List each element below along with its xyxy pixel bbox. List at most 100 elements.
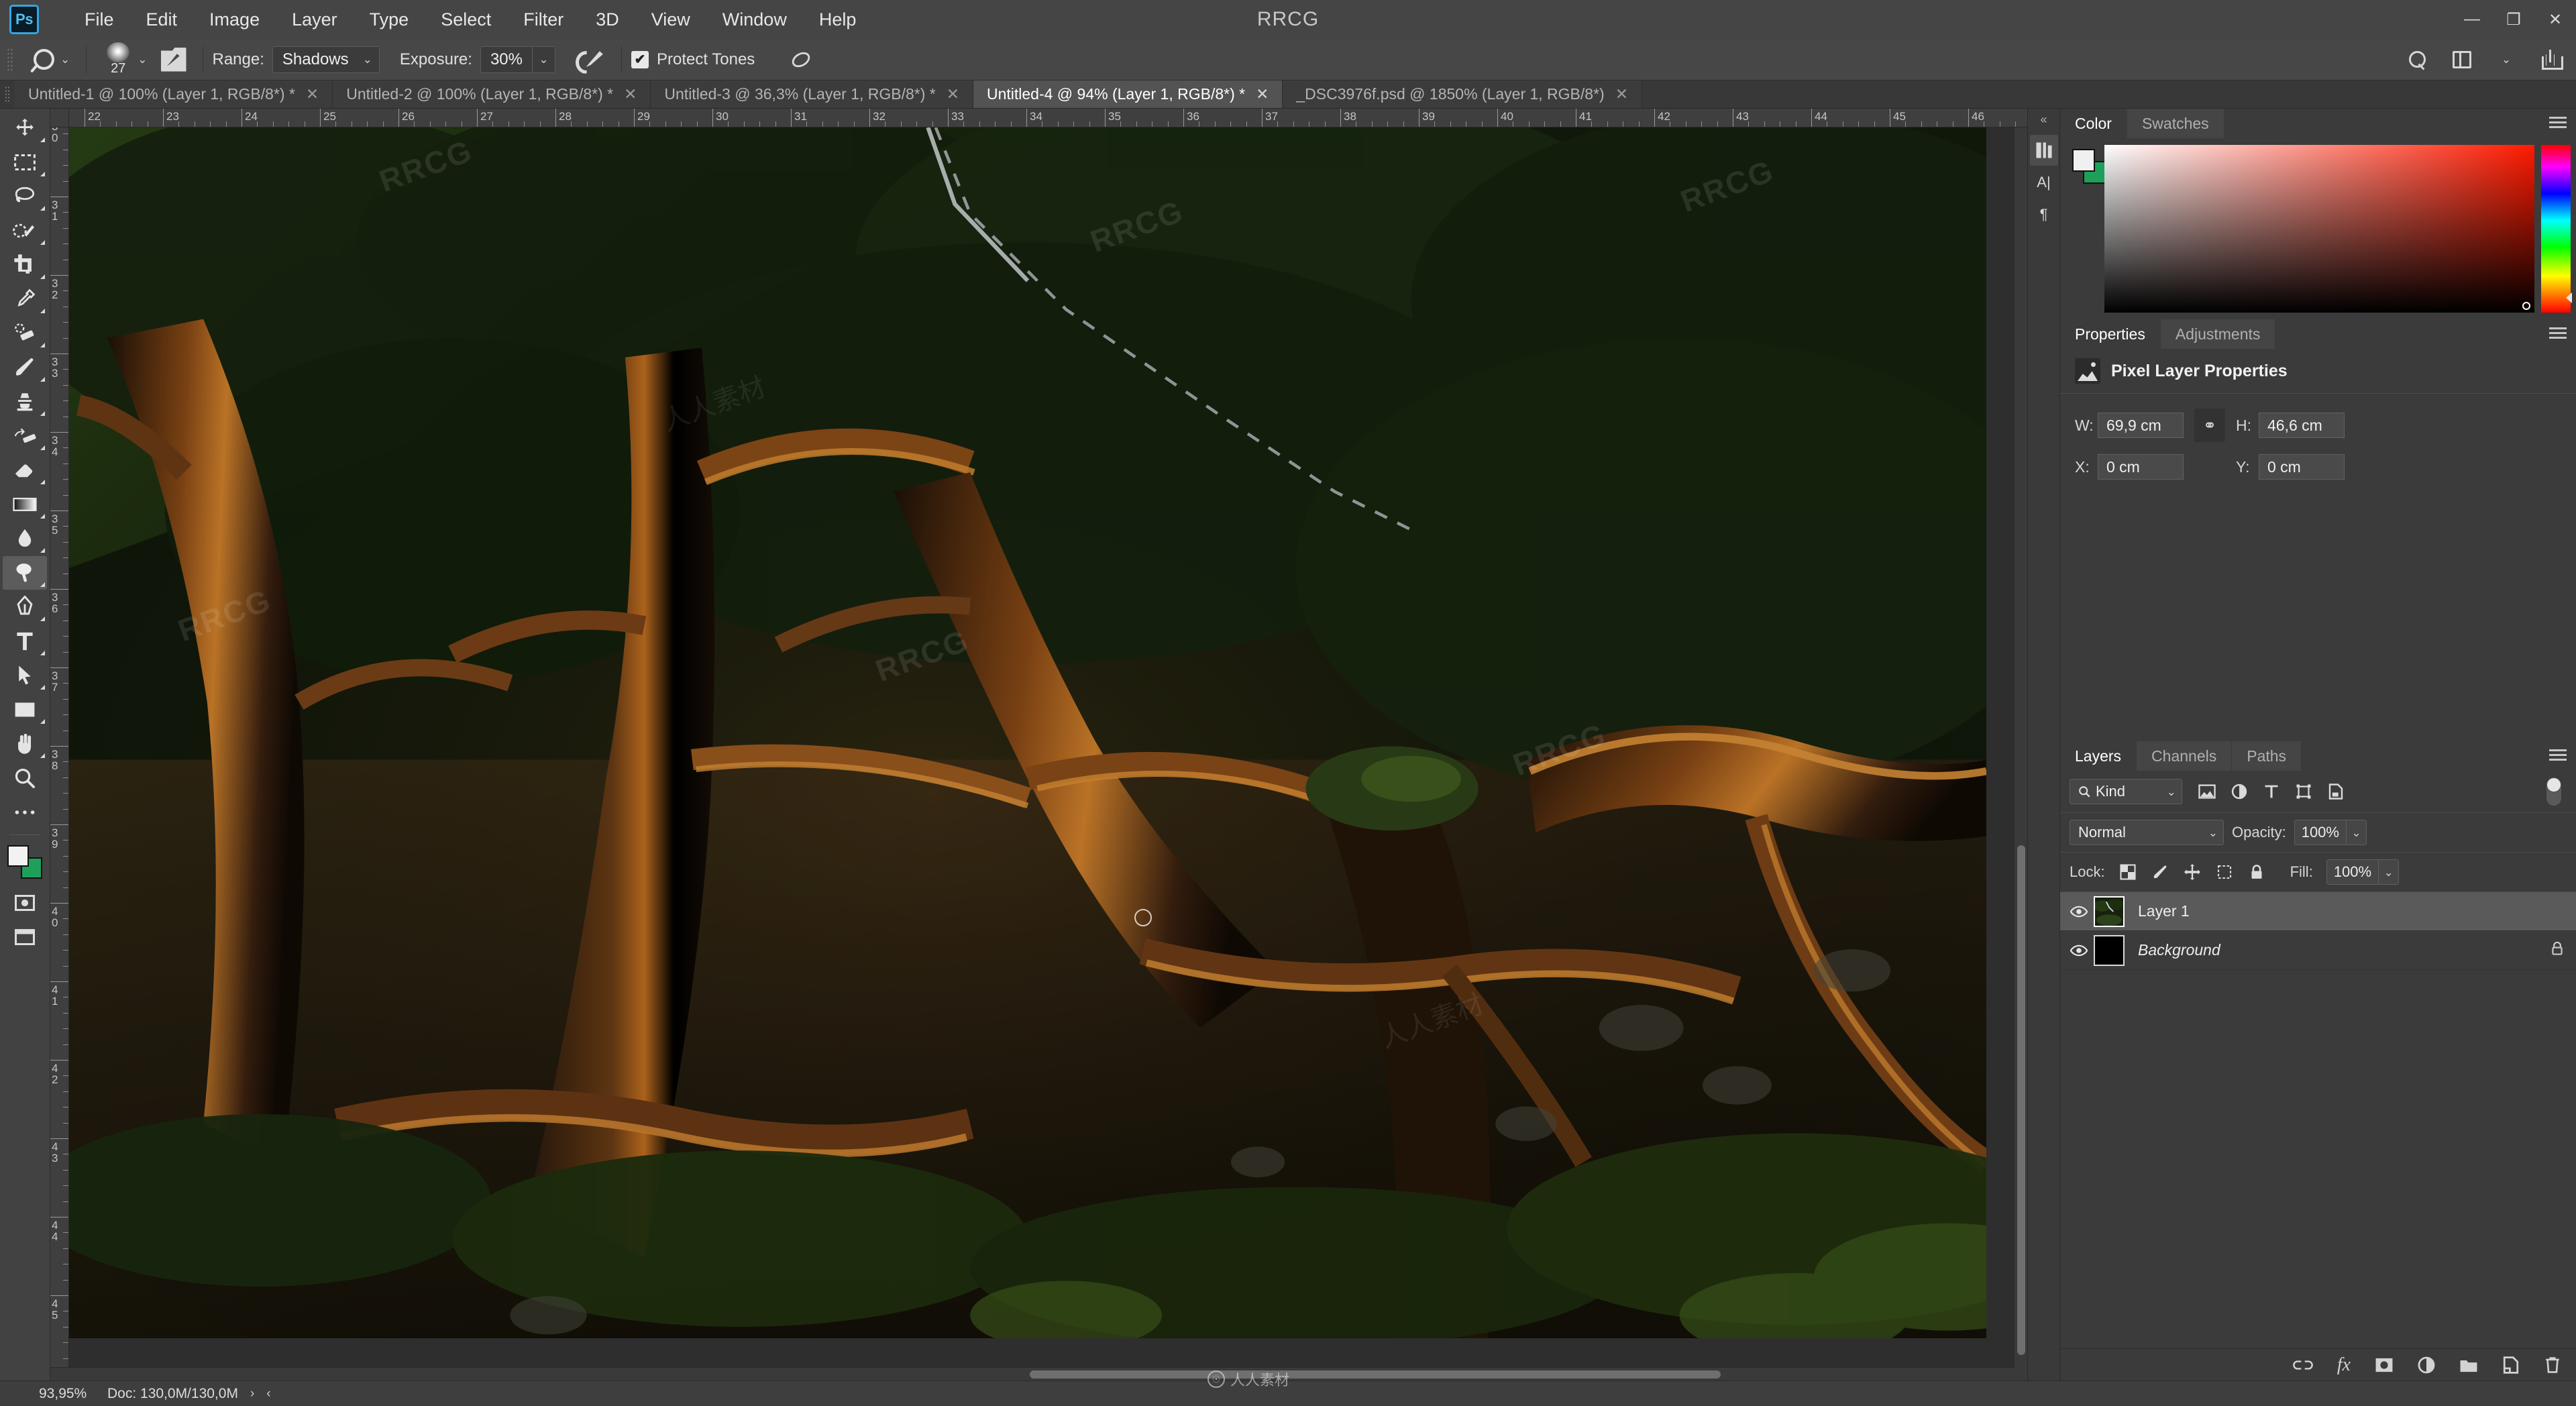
- rectangular-marquee-tool[interactable]: [3, 146, 47, 179]
- fill-dropdown-button[interactable]: ⌄: [2379, 859, 2400, 885]
- lock-all-icon[interactable]: [2247, 863, 2266, 881]
- menu-filter[interactable]: Filter: [507, 5, 580, 34]
- x-input[interactable]: 0 cm: [2098, 454, 2184, 480]
- opacity-value[interactable]: 100%: [2294, 820, 2347, 845]
- fill-value[interactable]: 100%: [2326, 859, 2379, 885]
- layer-row-layer-1[interactable]: Layer 1: [2060, 892, 2576, 931]
- layer-row-background[interactable]: Background: [2060, 931, 2576, 970]
- path-selection-tool[interactable]: [3, 659, 47, 692]
- document-tab-dsc3976f[interactable]: _DSC3976f.psd @ 1850% (Layer 1, RGB/8*) …: [1283, 80, 1642, 108]
- exposure-dropdown-button[interactable]: ⌄: [533, 46, 555, 73]
- menu-select[interactable]: Select: [425, 5, 507, 34]
- layer-thumbnail[interactable]: [2094, 896, 2125, 927]
- minimize-button[interactable]: —: [2451, 0, 2493, 39]
- menu-help[interactable]: Help: [803, 5, 873, 34]
- chevron-down-icon[interactable]: ⌄: [138, 54, 147, 65]
- rail-paragraph-icon[interactable]: ¶: [2030, 199, 2058, 230]
- menu-view[interactable]: View: [635, 5, 706, 34]
- protect-tones-checkbox[interactable]: ✔ Protect Tones: [631, 50, 763, 69]
- tab-paths[interactable]: Paths: [2232, 741, 2302, 771]
- layer-name[interactable]: Background: [2138, 941, 2220, 959]
- new-adjustment-layer-icon[interactable]: [2418, 1356, 2435, 1374]
- document-tab-untitled-2[interactable]: Untitled-2 @ 100% (Layer 1, RGB/8*) * ✕: [333, 80, 651, 108]
- tab-adjustments[interactable]: Adjustments: [2160, 319, 2276, 349]
- foreground-color-swatch[interactable]: [7, 845, 29, 867]
- tab-channels[interactable]: Channels: [2137, 741, 2233, 771]
- tab-layers[interactable]: Layers: [2060, 741, 2137, 771]
- blur-tool[interactable]: [3, 522, 47, 555]
- new-group-icon[interactable]: [2459, 1357, 2478, 1373]
- close-icon[interactable]: ✕: [306, 85, 319, 103]
- quick-mask-button[interactable]: [3, 889, 47, 916]
- foreground-color-swatch[interactable]: [2072, 149, 2095, 172]
- lasso-tool[interactable]: [3, 180, 47, 213]
- canvas-horizontal-scrollbar[interactable]: [50, 1367, 2014, 1381]
- panel-menu-icon[interactable]: [2549, 115, 2567, 130]
- scrollbar-thumb[interactable]: [2017, 845, 2025, 1355]
- layer-visibility-toggle[interactable]: [2067, 905, 2091, 918]
- screen-mode-button[interactable]: [3, 924, 47, 951]
- document-tab-untitled-3[interactable]: Untitled-3 @ 36,3% (Layer 1, RGB/8*) * ✕: [651, 80, 973, 108]
- lock-nesting-icon[interactable]: [2215, 863, 2234, 881]
- edit-toolbar-button[interactable]: [3, 796, 47, 829]
- scrollbar-thumb[interactable]: [1030, 1370, 1721, 1378]
- filter-shape-layers-icon[interactable]: [2294, 781, 2314, 802]
- type-tool[interactable]: [3, 625, 47, 658]
- add-layer-style-icon[interactable]: fx: [2337, 1354, 2351, 1376]
- menu-type[interactable]: Type: [354, 5, 425, 34]
- filter-pixel-layers-icon[interactable]: [2197, 781, 2217, 802]
- workspace-button[interactable]: [2449, 46, 2475, 73]
- lock-image-pixels-icon[interactable]: [2151, 863, 2169, 881]
- move-tool[interactable]: [3, 111, 47, 145]
- options-bar-grip[interactable]: [7, 47, 13, 72]
- menu-file[interactable]: File: [68, 5, 130, 34]
- filter-smart-objects-icon[interactable]: [2326, 781, 2346, 802]
- status-expand-left-icon[interactable]: ‹: [266, 1387, 270, 1401]
- link-aspect-ratio-icon[interactable]: ⚭: [2194, 409, 2225, 442]
- canvas-vertical-scrollbar[interactable]: [2014, 127, 2027, 1367]
- y-input[interactable]: 0 cm: [2259, 454, 2345, 480]
- maximize-button[interactable]: ❐: [2493, 0, 2534, 39]
- opacity-dropdown-button[interactable]: ⌄: [2346, 820, 2367, 845]
- vertical-ruler[interactable]: 3031323334353637383940414243444546: [50, 127, 69, 1367]
- document-tab-untitled-4[interactable]: Untitled-4 @ 94% (Layer 1, RGB/8*) * ✕: [973, 80, 1283, 108]
- rail-character-icon[interactable]: A|: [2030, 167, 2058, 198]
- collapse-panels-icon[interactable]: «: [2040, 113, 2047, 127]
- height-input[interactable]: 46,6 cm: [2259, 413, 2345, 438]
- chevron-down-icon[interactable]: ⌄: [60, 54, 70, 65]
- new-layer-icon[interactable]: [2502, 1356, 2520, 1374]
- hand-tool[interactable]: [3, 727, 47, 761]
- opacity-stepper[interactable]: 100% ⌄: [2294, 820, 2367, 845]
- lock-transparent-pixels-icon[interactable]: [2118, 863, 2137, 881]
- color-swatches[interactable]: [5, 844, 45, 881]
- add-layer-mask-icon[interactable]: [2375, 1357, 2394, 1373]
- layer-name[interactable]: Layer 1: [2138, 902, 2190, 920]
- close-button[interactable]: ✕: [2534, 0, 2576, 39]
- filter-type-layers-icon[interactable]: [2261, 781, 2282, 802]
- tab-color[interactable]: Color: [2060, 109, 2127, 138]
- dodge-tool[interactable]: [3, 556, 47, 590]
- workspace-caret-button[interactable]: ⌄: [2493, 46, 2520, 73]
- layer-visibility-toggle[interactable]: [2067, 944, 2091, 957]
- brush-tool[interactable]: [3, 351, 47, 384]
- clone-stamp-tool[interactable]: [3, 385, 47, 419]
- close-icon[interactable]: ✕: [1615, 85, 1628, 103]
- canvas-viewport[interactable]: RRCG RRCG RRCG RRCG RRCG RRCG 人人素材 人人素材: [69, 127, 2014, 1367]
- document-size[interactable]: Doc: 130,0M/130,0M: [107, 1386, 238, 1402]
- color-spectrum-field[interactable]: [2104, 145, 2534, 313]
- hue-slider[interactable]: [2541, 145, 2572, 313]
- spot-healing-brush-tool[interactable]: [3, 317, 47, 350]
- menu-layer[interactable]: Layer: [276, 5, 354, 34]
- filter-kind-select[interactable]: Kind ⌄: [2070, 779, 2182, 804]
- pen-tool[interactable]: [3, 590, 47, 624]
- fill-stepper[interactable]: 100% ⌄: [2326, 859, 2400, 885]
- panel-menu-icon[interactable]: [2549, 326, 2567, 341]
- menu-image[interactable]: Image: [193, 5, 276, 34]
- exposure-stepper[interactable]: 30% ⌄: [480, 46, 555, 73]
- width-input[interactable]: 69,9 cm: [2098, 413, 2184, 438]
- search-button[interactable]: [2404, 46, 2431, 73]
- tablet-pressure-button[interactable]: [783, 42, 819, 77]
- range-select[interactable]: Shadows ⌄: [272, 46, 380, 73]
- filter-adjustment-layers-icon[interactable]: [2229, 781, 2249, 802]
- close-icon[interactable]: ✕: [947, 85, 959, 103]
